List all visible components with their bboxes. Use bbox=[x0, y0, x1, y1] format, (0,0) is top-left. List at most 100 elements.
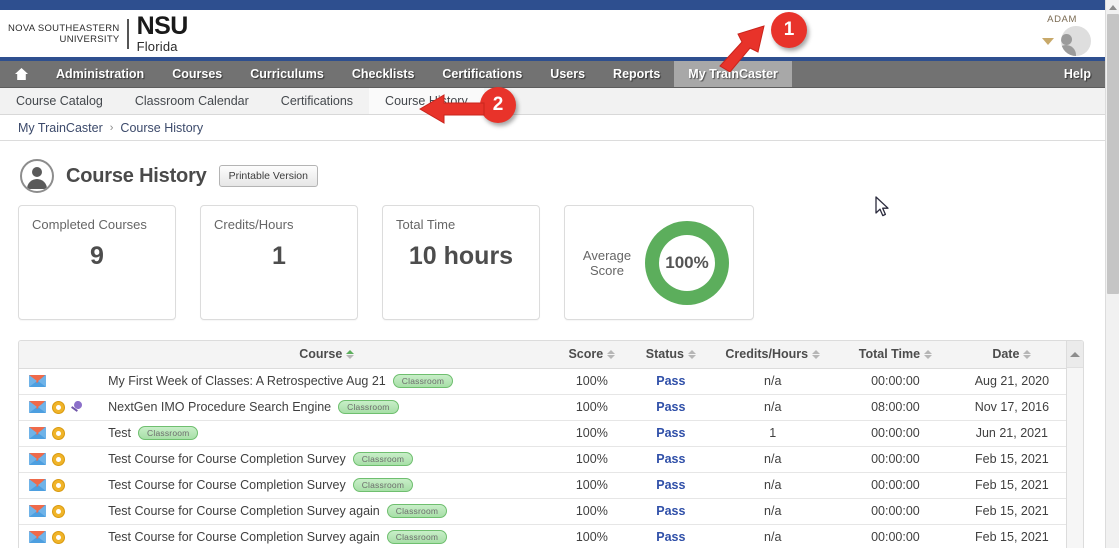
course-name[interactable]: Test Course for Course Completion Survey bbox=[108, 478, 346, 492]
summary-cards: Completed Courses 9 Credits/Hours 1 Tota… bbox=[0, 193, 1119, 320]
printable-version-button[interactable]: Printable Version bbox=[218, 165, 318, 187]
row-total-time: 00:00:00 bbox=[834, 472, 957, 499]
page-scroll-thumb[interactable] bbox=[1107, 14, 1119, 294]
course-type-badge: Classroom bbox=[386, 530, 448, 544]
envelope-icon[interactable] bbox=[29, 401, 46, 413]
row-score: 100% bbox=[553, 498, 631, 525]
sort-arrows-icon[interactable] bbox=[812, 349, 821, 359]
status-badge[interactable]: Pass bbox=[656, 374, 685, 388]
sort-arrows-icon[interactable] bbox=[924, 349, 933, 359]
envelope-icon[interactable] bbox=[29, 427, 46, 439]
nav-item-administration[interactable]: Administration bbox=[42, 61, 158, 87]
nav-item-courses[interactable]: Courses bbox=[158, 61, 236, 87]
sub-nav-classroom-calendar[interactable]: Classroom Calendar bbox=[119, 88, 265, 114]
course-name[interactable]: Test Course for Course Completion Survey… bbox=[108, 530, 380, 544]
table-row[interactable]: Test Course for Course Completion Survey… bbox=[19, 446, 1067, 473]
card-completed-courses: Completed Courses 9 bbox=[18, 205, 176, 320]
pushpin-icon[interactable] bbox=[71, 398, 84, 414]
sub-nav-certifications[interactable]: Certifications bbox=[265, 88, 369, 114]
average-score-label-line2: Score bbox=[590, 262, 624, 278]
card-credits-hours: Credits/Hours 1 bbox=[200, 205, 358, 320]
table-scrollbar[interactable] bbox=[1066, 341, 1083, 548]
sort-arrows-icon[interactable] bbox=[687, 349, 696, 359]
sort-arrows-icon[interactable] bbox=[607, 349, 616, 359]
table-body: My First Week of Classes: A Retrospectiv… bbox=[19, 368, 1067, 548]
sort-arrows-icon[interactable] bbox=[346, 349, 355, 359]
star-icon[interactable] bbox=[52, 530, 65, 544]
th-course[interactable]: Course bbox=[100, 341, 554, 369]
nav-item-users[interactable]: Users bbox=[536, 61, 599, 87]
card-label: Total Time bbox=[396, 217, 456, 232]
table-row[interactable]: Test Course for Course Completion Survey… bbox=[19, 472, 1067, 499]
nav-item-certifications[interactable]: Certifications bbox=[428, 61, 536, 87]
status-badge[interactable]: Pass bbox=[656, 504, 685, 518]
sort-arrows-icon[interactable] bbox=[1023, 349, 1032, 359]
sub-nav-course-catalog[interactable]: Course Catalog bbox=[0, 88, 119, 114]
star-icon[interactable] bbox=[52, 478, 65, 492]
user-name-label: ADAM bbox=[1047, 14, 1077, 25]
th-status[interactable]: Status bbox=[630, 341, 712, 369]
table-row[interactable]: Test Course for Course Completion Survey… bbox=[19, 498, 1067, 525]
nav-item-help[interactable]: Help bbox=[1050, 61, 1105, 87]
row-course-cell: My First Week of Classes: A Retrospectiv… bbox=[100, 368, 554, 395]
table-row[interactable]: Test Classroom 100% Pass 1 00:00:00 Jun 21, 20… bbox=[19, 420, 1067, 447]
envelope-icon[interactable] bbox=[29, 505, 46, 517]
course-type-badge: Classroom bbox=[352, 478, 414, 492]
envelope-icon[interactable] bbox=[29, 531, 46, 543]
nav-item-my-traincaster[interactable]: My TrainCaster bbox=[674, 61, 792, 87]
table-row[interactable]: NextGen IMO Procedure Search Engine Class… bbox=[19, 394, 1067, 421]
avatar[interactable] bbox=[1061, 26, 1091, 56]
course-name[interactable]: NextGen IMO Procedure Search Engine bbox=[108, 400, 331, 414]
nav-item-checklists[interactable]: Checklists bbox=[338, 61, 429, 87]
star-icon[interactable] bbox=[52, 452, 65, 466]
sub-nav-course-history[interactable]: Course History bbox=[369, 88, 484, 114]
average-score-label: Average Score bbox=[579, 248, 635, 278]
chevron-down-icon[interactable] bbox=[1042, 37, 1054, 45]
sub-navigation: Course Catalog Classroom Calendar Certif… bbox=[0, 88, 1105, 115]
th-total-time[interactable]: Total Time bbox=[834, 341, 957, 369]
status-badge[interactable]: Pass bbox=[656, 530, 685, 544]
course-name[interactable]: Test bbox=[108, 426, 131, 440]
envelope-icon[interactable] bbox=[29, 479, 46, 491]
page-scroll-up-icon[interactable] bbox=[1106, 0, 1119, 14]
row-icons-cell bbox=[19, 446, 101, 473]
th-credits-hours[interactable]: Credits/Hours bbox=[711, 341, 835, 369]
row-date: Aug 21, 2020 bbox=[956, 368, 1067, 395]
th-credits-label: Credits/Hours bbox=[725, 347, 809, 362]
star-icon[interactable] bbox=[52, 400, 65, 414]
course-name[interactable]: Test Course for Course Completion Survey… bbox=[108, 504, 380, 518]
logo-abbr: NSU bbox=[136, 12, 189, 40]
course-name[interactable]: Test Course for Course Completion Survey bbox=[108, 452, 346, 466]
table-row[interactable]: Test Course for Course Completion Survey… bbox=[19, 524, 1067, 548]
nav-home[interactable] bbox=[0, 61, 42, 87]
course-type-badge: Classroom bbox=[352, 452, 414, 466]
row-total-time: 00:00:00 bbox=[834, 420, 957, 447]
star-icon[interactable] bbox=[52, 504, 65, 518]
nsu-logo[interactable]: NOVA SOUTHEASTERN UNIVERSITY NSU Florida bbox=[8, 12, 189, 54]
row-icons-cell bbox=[19, 498, 101, 525]
breadcrumb-parent[interactable]: My TrainCaster bbox=[18, 121, 103, 135]
th-date[interactable]: Date bbox=[956, 341, 1067, 369]
status-badge[interactable]: Pass bbox=[656, 452, 685, 466]
envelope-icon[interactable] bbox=[29, 453, 46, 465]
nav-item-curriculums[interactable]: Curriculums bbox=[236, 61, 338, 87]
th-score[interactable]: Score bbox=[553, 341, 631, 369]
course-type-badge: Classroom bbox=[386, 504, 448, 518]
page-header: Course History Printable Version bbox=[0, 141, 1119, 193]
scroll-up-arrow-icon[interactable] bbox=[1067, 341, 1083, 368]
row-score: 100% bbox=[553, 472, 631, 499]
row-status: Pass bbox=[630, 394, 712, 421]
row-credits: n/a bbox=[711, 446, 835, 473]
user-menu-row[interactable] bbox=[1042, 26, 1091, 56]
user-menu[interactable]: ADAM bbox=[1042, 14, 1091, 56]
nav-item-reports[interactable]: Reports bbox=[599, 61, 674, 87]
table-row[interactable]: My First Week of Classes: A Retrospectiv… bbox=[19, 368, 1067, 395]
table-head: Course Score Status Credits/Hours Total … bbox=[19, 341, 1067, 369]
page-scrollbar[interactable] bbox=[1105, 0, 1119, 548]
status-badge[interactable]: Pass bbox=[656, 426, 685, 440]
status-badge[interactable]: Pass bbox=[656, 478, 685, 492]
star-icon[interactable] bbox=[52, 426, 65, 440]
envelope-icon[interactable] bbox=[29, 375, 46, 387]
course-name[interactable]: My First Week of Classes: A Retrospectiv… bbox=[108, 374, 386, 388]
status-badge[interactable]: Pass bbox=[656, 400, 685, 414]
